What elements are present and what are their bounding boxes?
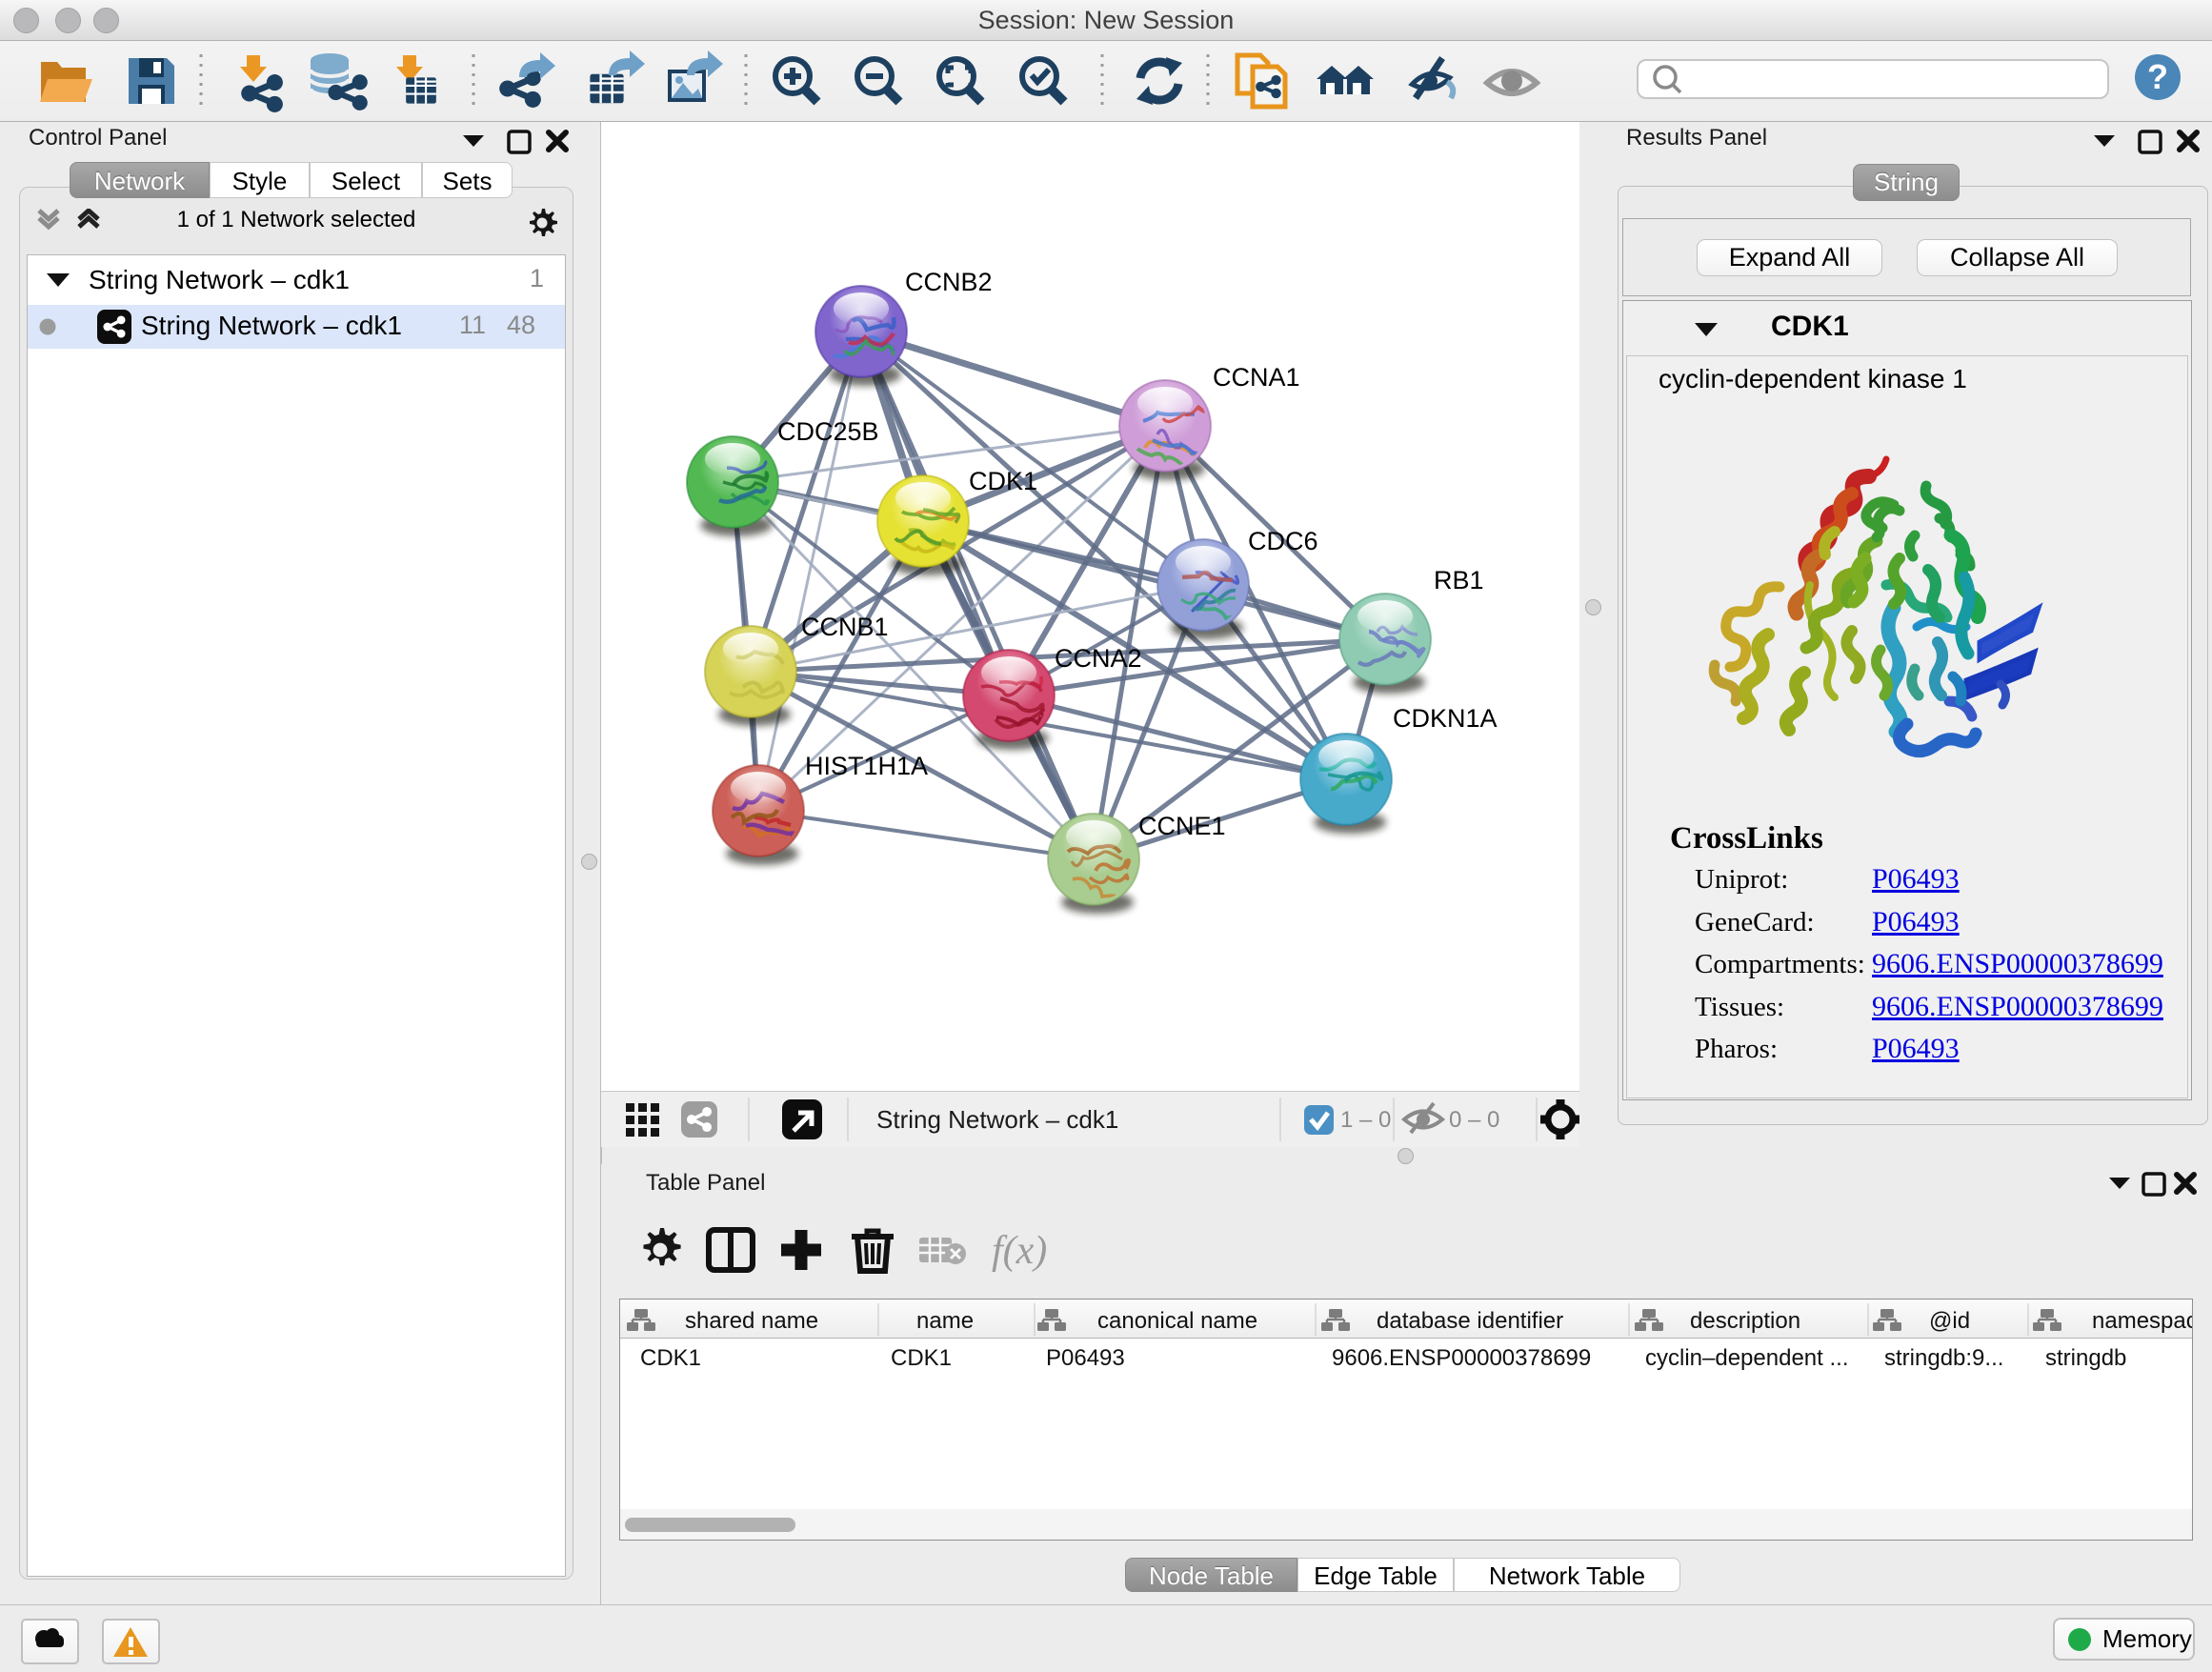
svg-text:name: name bbox=[916, 1308, 974, 1334]
svg-text:CCNA1: CCNA1 bbox=[1213, 363, 1300, 392]
svg-text:canonical name: canonical name bbox=[1097, 1308, 1257, 1334]
svg-text:?: ? bbox=[2147, 57, 2168, 96]
svg-text:String Network – cdk1: String Network – cdk1 bbox=[876, 1105, 1118, 1134]
svg-text:CDK1: CDK1 bbox=[640, 1345, 701, 1371]
svg-text:P06493: P06493 bbox=[1046, 1345, 1125, 1371]
svg-text:CDKN1A: CDKN1A bbox=[1393, 704, 1498, 733]
svg-text:CCNA2: CCNA2 bbox=[1055, 644, 1142, 673]
svg-text:CCNB1: CCNB1 bbox=[801, 613, 889, 641]
svg-text:database identifier: database identifier bbox=[1377, 1308, 1563, 1334]
svg-text:CDC6: CDC6 bbox=[1248, 527, 1318, 555]
svg-text:@id: @id bbox=[1929, 1308, 1970, 1334]
svg-text:CDK1: CDK1 bbox=[891, 1345, 952, 1371]
svg-text:HIST1H1A: HIST1H1A bbox=[805, 752, 928, 780]
svg-text:f(x): f(x) bbox=[992, 1229, 1047, 1273]
svg-text:CCNE1: CCNE1 bbox=[1138, 812, 1226, 840]
svg-text:stringdb:9...: stringdb:9... bbox=[1884, 1345, 2003, 1371]
svg-text:shared name: shared name bbox=[685, 1308, 818, 1334]
svg-text:1 – 0: 1 – 0 bbox=[1340, 1107, 1391, 1133]
svg-text:namespace: namespace bbox=[2092, 1308, 2192, 1334]
svg-text:CDC25B: CDC25B bbox=[777, 417, 879, 446]
svg-text:RB1: RB1 bbox=[1434, 566, 1484, 594]
svg-text:description: description bbox=[1690, 1308, 1800, 1334]
svg-text:CDK1: CDK1 bbox=[969, 467, 1037, 495]
svg-text:CCNB2: CCNB2 bbox=[905, 268, 993, 296]
svg-text:cyclin–dependent ...: cyclin–dependent ... bbox=[1645, 1345, 1848, 1371]
svg-text:0 – 0: 0 – 0 bbox=[1449, 1107, 1499, 1133]
svg-text:stringdb: stringdb bbox=[2045, 1345, 2126, 1371]
svg-text:9606.ENSP00000378699: 9606.ENSP00000378699 bbox=[1332, 1345, 1591, 1371]
